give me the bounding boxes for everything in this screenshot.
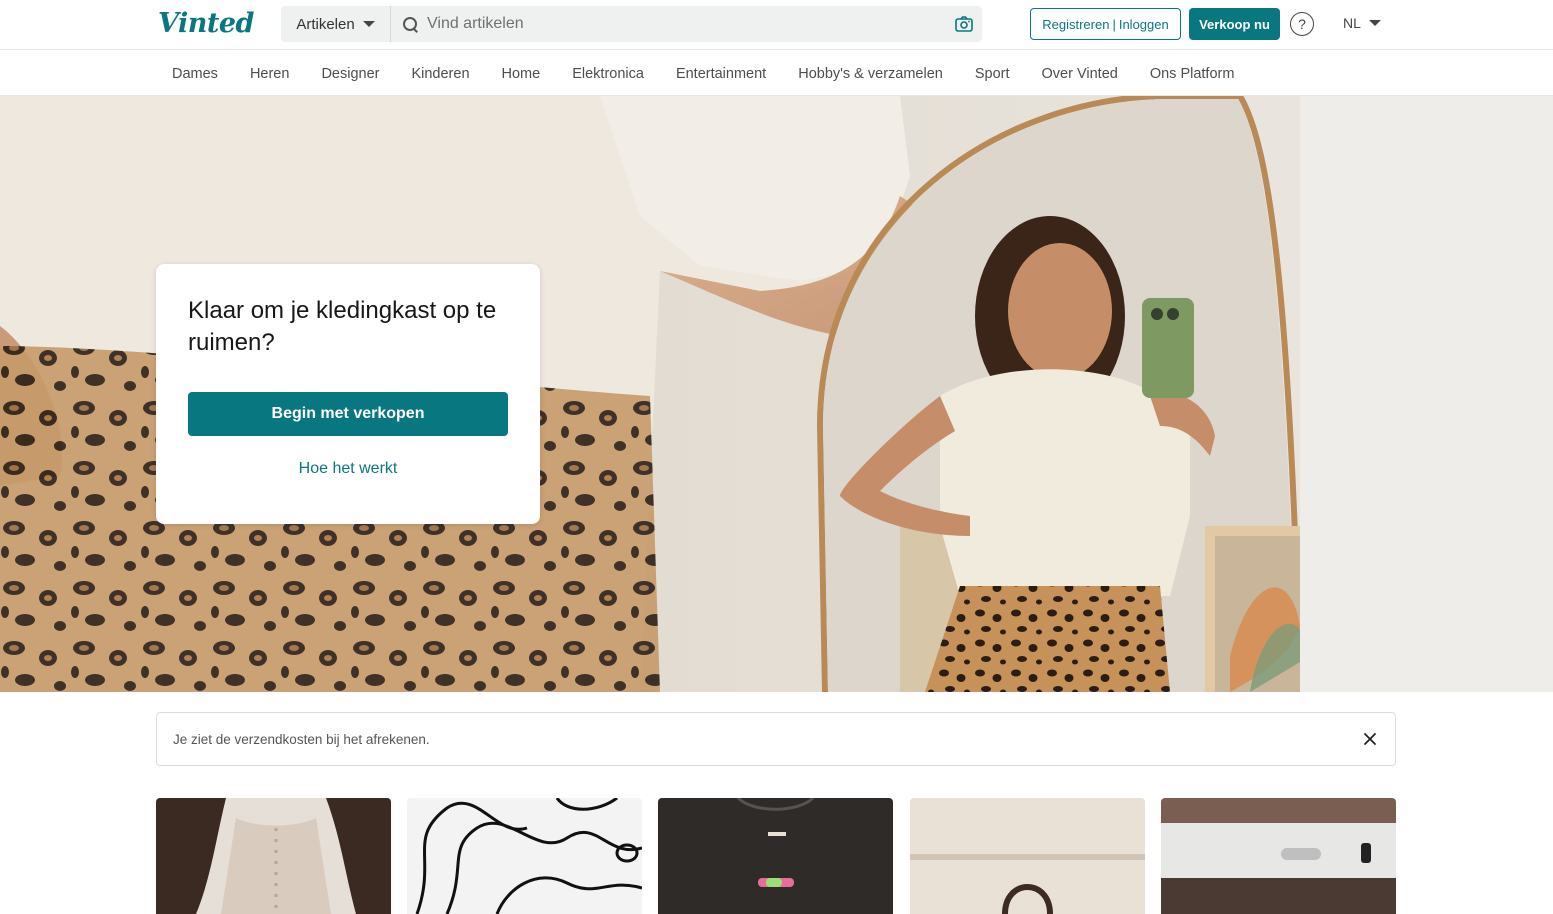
category-select-label: Artikelen — [296, 15, 355, 33]
register-link[interactable]: Registreren — [1042, 17, 1109, 32]
camera-icon[interactable] — [954, 14, 974, 34]
search-input[interactable] — [418, 6, 954, 42]
vinted-logo[interactable]: Vinted — [158, 8, 254, 39]
language-select[interactable]: NL — [1343, 15, 1381, 31]
nav-item-designer[interactable]: Designer — [305, 66, 395, 82]
nav-item-over-vinted[interactable]: Over Vinted — [1026, 66, 1134, 82]
search-bar: Artikelen — [281, 6, 982, 42]
help-icon[interactable]: ? — [1290, 12, 1314, 36]
nav-item-ons-platform[interactable]: Ons Platform — [1134, 66, 1251, 82]
nav-item-dames[interactable]: Dames — [156, 66, 234, 82]
register-login-button[interactable]: Registreren | Inloggen — [1030, 8, 1181, 40]
register-login-separator: | — [1112, 16, 1116, 32]
top-header: Vinted Artikelen Registreren | Inloggen … — [0, 0, 1553, 50]
nav-item-heren[interactable]: Heren — [234, 66, 306, 82]
language-label: NL — [1343, 15, 1361, 31]
shipping-notice-text: Je ziet de verzendkosten bij het afreken… — [173, 732, 430, 747]
item-card-5[interactable] — [1161, 798, 1396, 914]
nav-item-kinderen[interactable]: Kinderen — [395, 66, 485, 82]
chevron-down-icon — [362, 21, 375, 27]
hero-title: Klaar om je kledingkast op te ruimen? — [188, 297, 497, 356]
close-icon[interactable] — [1361, 730, 1379, 748]
category-select[interactable]: Artikelen — [281, 6, 391, 42]
item-card-2[interactable] — [407, 798, 642, 914]
shipping-notice: Je ziet de verzendkosten bij het afreken… — [156, 712, 1396, 766]
item-card-1[interactable] — [156, 798, 391, 914]
nav-item-sport[interactable]: Sport — [959, 66, 1026, 82]
nav-item-entertainment[interactable]: Entertainment — [660, 66, 782, 82]
nav-item-home[interactable]: Home — [486, 66, 557, 82]
nav-item-hobbys[interactable]: Hobby's & verzamelen — [782, 66, 959, 82]
chevron-down-icon — [1368, 20, 1381, 26]
item-card-4[interactable] — [910, 798, 1145, 914]
login-link[interactable]: Inloggen — [1119, 17, 1169, 32]
sell-now-button[interactable]: Verkoop nu — [1189, 8, 1280, 40]
search-icon — [403, 16, 418, 32]
category-nav: Dames Heren Designer Kinderen Home Elekt… — [0, 51, 1553, 96]
start-selling-button[interactable]: Begin met verkopen — [188, 392, 508, 436]
hero-card: Klaar om je kledingkast op te ruimen? Be… — [156, 264, 540, 524]
how-it-works-link[interactable]: Hoe het werkt — [188, 460, 508, 478]
item-card-3[interactable] — [658, 798, 893, 914]
hero-banner: Klaar om je kledingkast op te ruimen? Be… — [0, 96, 1553, 692]
nav-item-elektronica[interactable]: Elektronica — [556, 66, 660, 82]
